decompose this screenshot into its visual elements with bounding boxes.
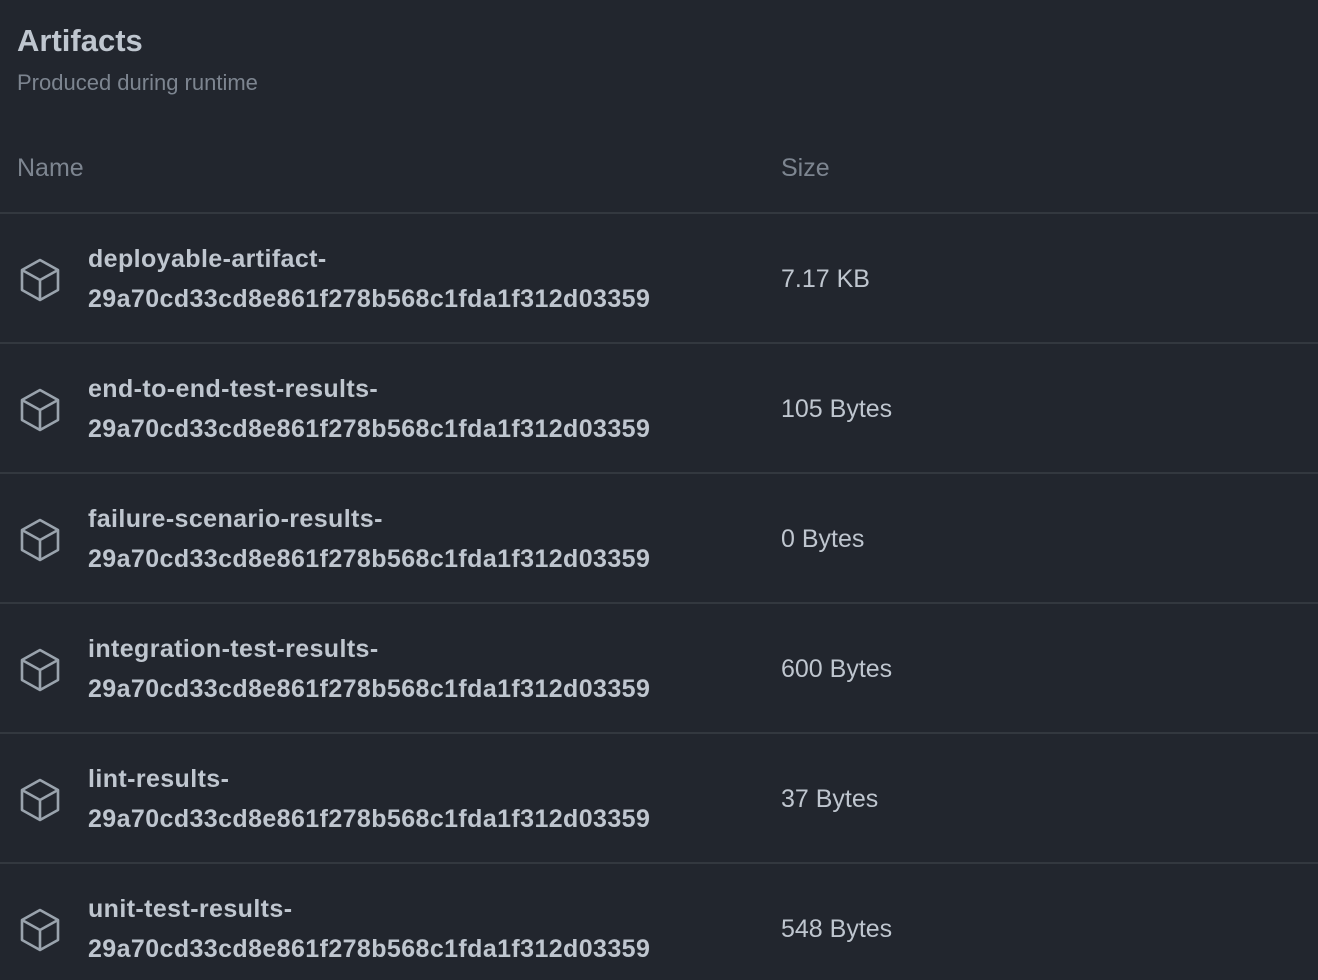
artifact-name-hash: 29a70cd33cd8e861f278b568c1fda1f312d03359 (88, 935, 651, 963)
artifact-row[interactable]: deployable-artifact- 29a70cd33cd8e861f27… (0, 214, 1318, 342)
artifact-size: 0 Bytes (781, 525, 865, 553)
artifact-name-line: integration-test-results- (88, 635, 379, 663)
page-subtitle: Produced during runtime (17, 70, 258, 95)
package-icon (18, 256, 62, 304)
artifact-name-link[interactable]: deployable-artifact- 29a70cd33cd8e861f27… (88, 239, 650, 319)
artifact-name-line: unit-test-results- (88, 895, 293, 923)
artifact-name-line: deployable-artifact- (88, 245, 327, 273)
column-header-size: Size (781, 154, 830, 182)
artifact-name-link[interactable]: failure-scenario-results- 29a70cd33cd8e8… (88, 499, 650, 579)
page-title: Artifacts (17, 23, 143, 58)
artifact-name-line: end-to-end-test-results- (88, 375, 379, 403)
artifact-size: 105 Bytes (781, 395, 893, 423)
artifact-name-hash: 29a70cd33cd8e861f278b568c1fda1f312d03359 (88, 545, 651, 573)
artifact-size: 7.17 KB (781, 265, 870, 293)
artifact-name-link[interactable]: integration-test-results- 29a70cd33cd8e8… (88, 629, 650, 709)
artifact-row[interactable]: integration-test-results- 29a70cd33cd8e8… (0, 604, 1318, 732)
column-header-name: Name (17, 154, 84, 182)
artifact-size: 600 Bytes (781, 655, 893, 683)
artifact-name-link[interactable]: end-to-end-test-results- 29a70cd33cd8e86… (88, 369, 650, 449)
artifact-name-hash: 29a70cd33cd8e861f278b568c1fda1f312d03359 (88, 415, 651, 443)
artifact-name-link[interactable]: lint-results- 29a70cd33cd8e861f278b568c1… (88, 759, 650, 839)
artifact-name-line: lint-results- (88, 765, 230, 793)
artifact-name-link[interactable]: unit-test-results- 29a70cd33cd8e861f278b… (88, 889, 650, 969)
artifact-row[interactable]: unit-test-results- 29a70cd33cd8e861f278b… (0, 864, 1318, 980)
artifact-row[interactable]: failure-scenario-results- 29a70cd33cd8e8… (0, 474, 1318, 602)
artifact-row[interactable]: end-to-end-test-results- 29a70cd33cd8e86… (0, 344, 1318, 472)
artifact-name-hash: 29a70cd33cd8e861f278b568c1fda1f312d03359 (88, 805, 651, 833)
package-icon (18, 386, 62, 434)
artifact-row[interactable]: lint-results- 29a70cd33cd8e861f278b568c1… (0, 734, 1318, 862)
package-icon (18, 906, 62, 954)
package-icon (18, 646, 62, 694)
artifact-size: 37 Bytes (781, 785, 879, 813)
artifact-name-line: failure-scenario-results- (88, 505, 383, 533)
package-icon (18, 516, 62, 564)
artifacts-panel: Artifacts Produced during runtime Name S… (0, 0, 1318, 980)
artifact-name-hash: 29a70cd33cd8e861f278b568c1fda1f312d03359 (88, 675, 651, 703)
artifact-size: 548 Bytes (781, 915, 893, 943)
artifact-name-hash: 29a70cd33cd8e861f278b568c1fda1f312d03359 (88, 285, 651, 313)
package-icon (18, 776, 62, 824)
